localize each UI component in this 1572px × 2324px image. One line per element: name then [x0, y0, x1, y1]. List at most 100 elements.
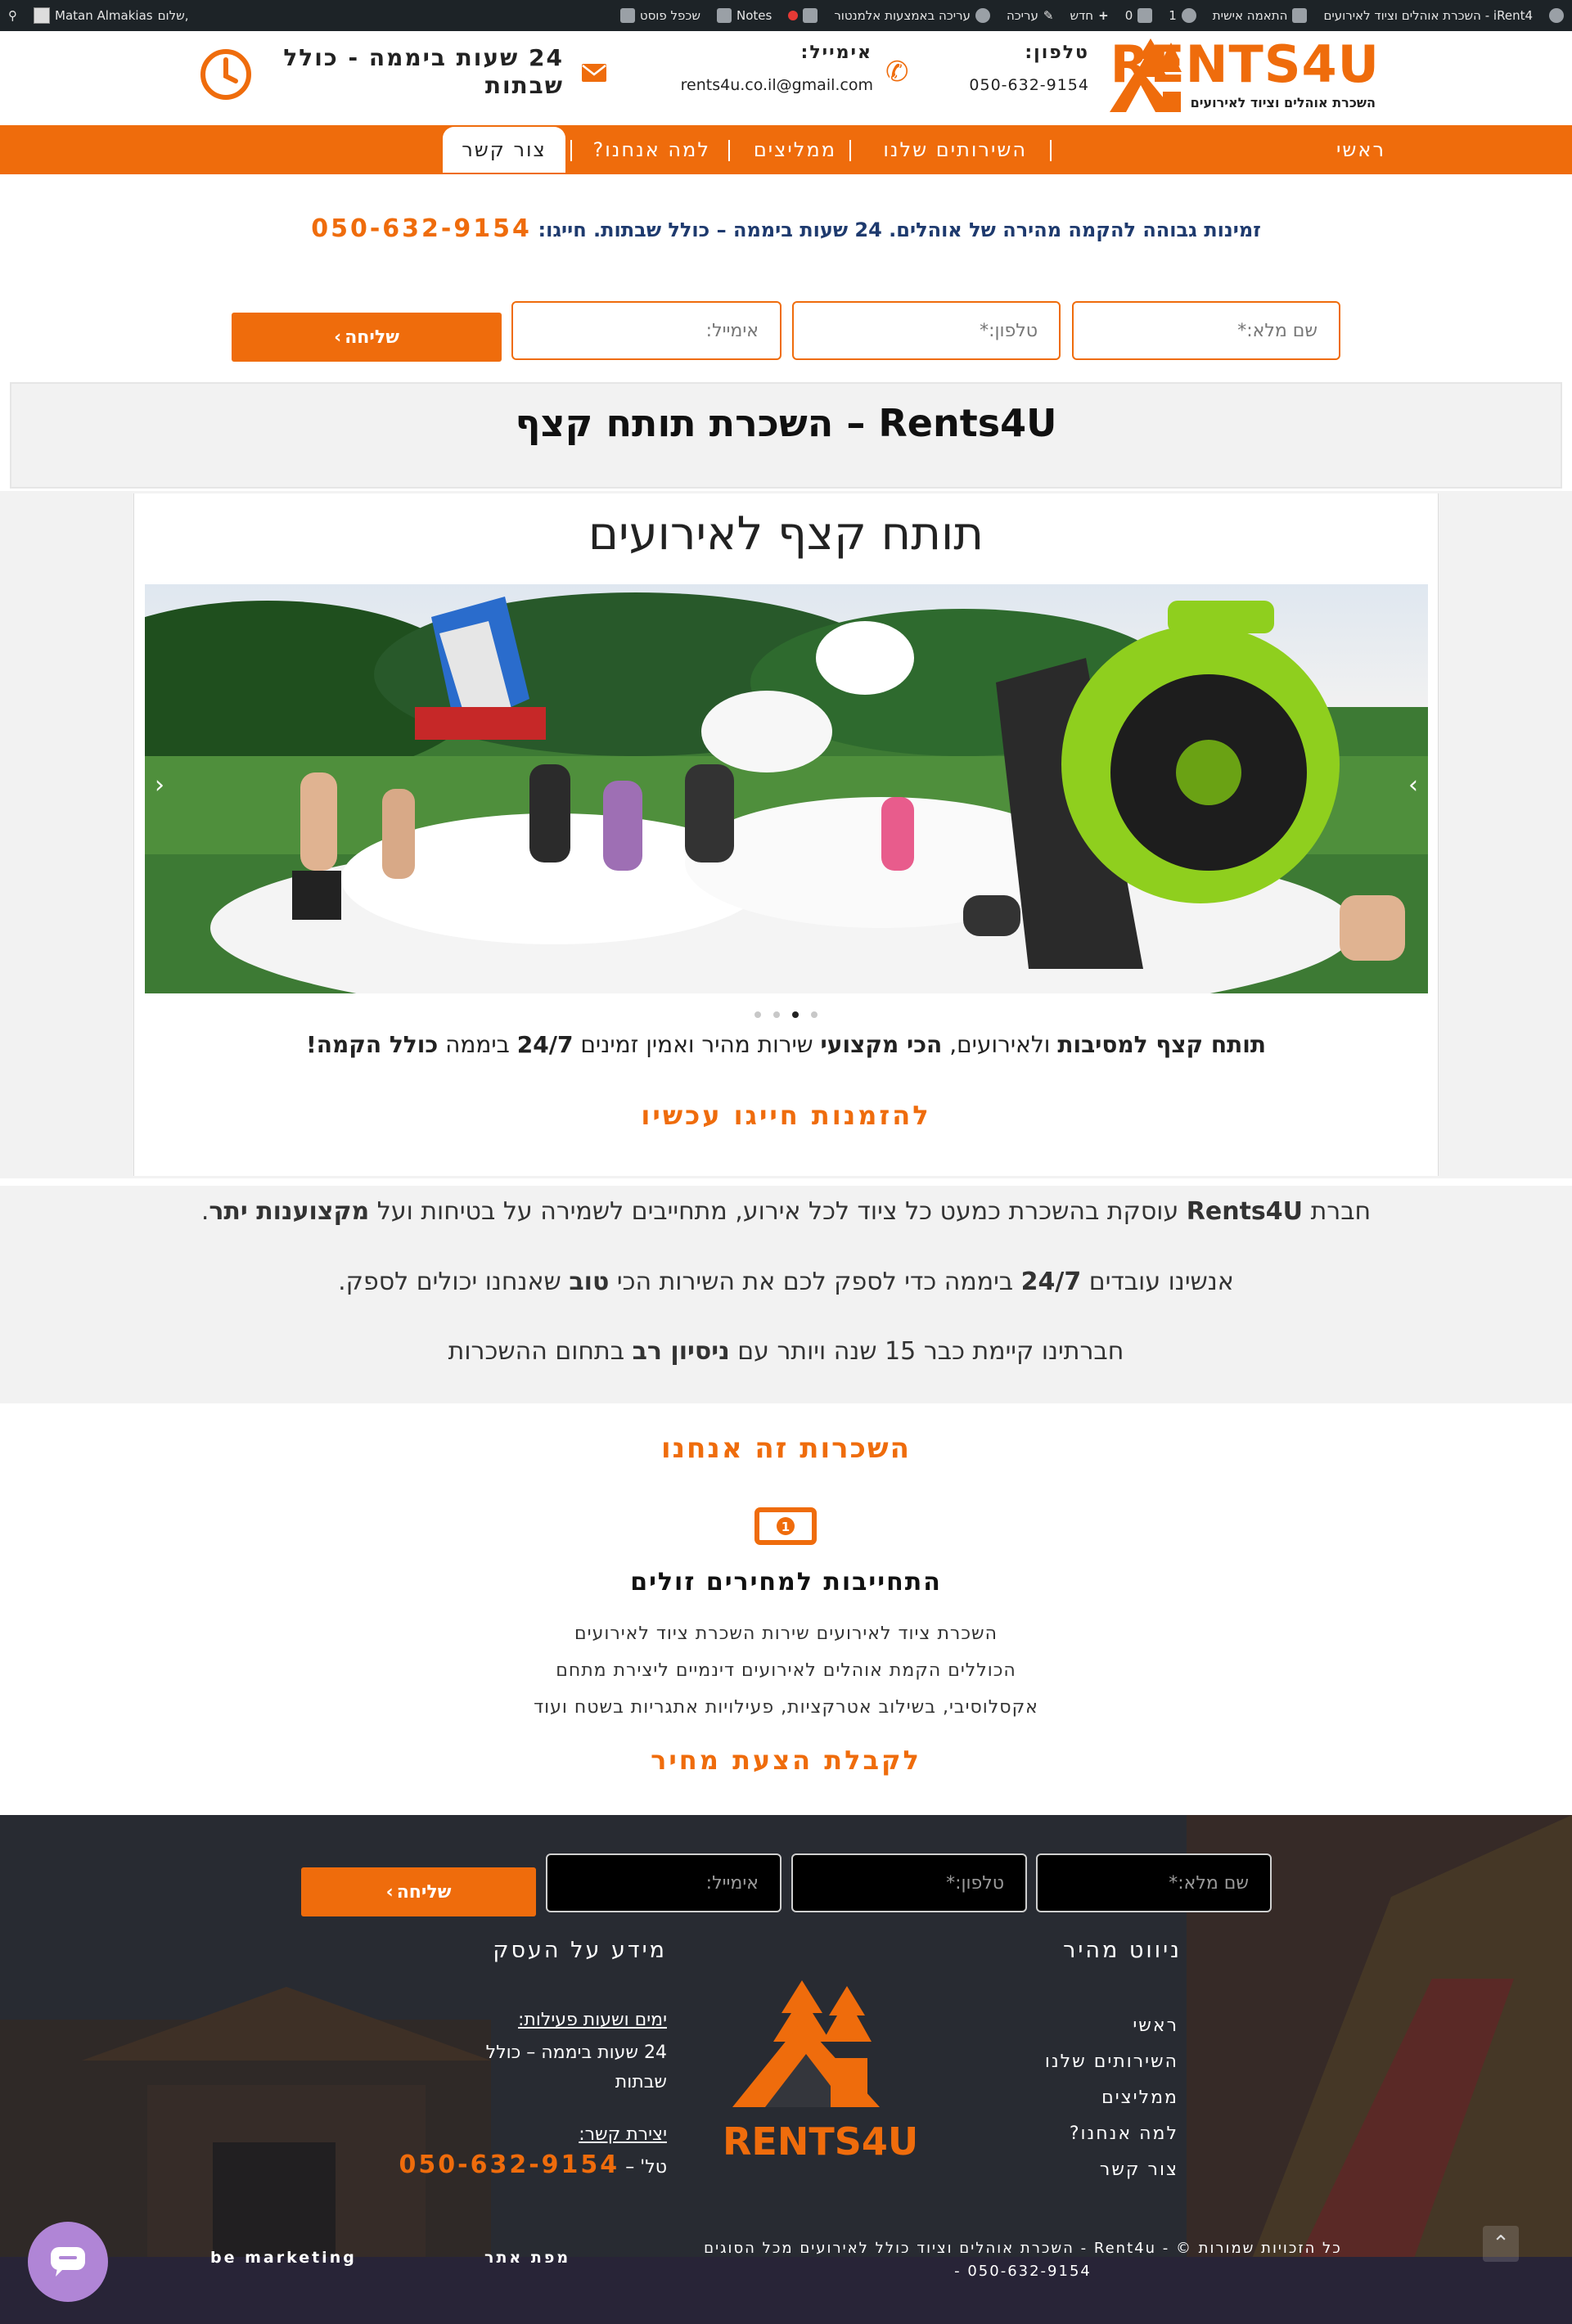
hero-slider[interactable]: ‹ ›	[145, 584, 1428, 993]
quicknav-title: ניווט מהיר	[1063, 1938, 1182, 1963]
submit-label: שליחה	[345, 327, 399, 348]
duplicate-icon	[619, 8, 635, 23]
footer-hours-line-2: שבתות	[615, 2072, 667, 2092]
avatar	[34, 7, 50, 24]
duplicate-post-link[interactable]: שכפל פוסט	[612, 0, 709, 31]
refresh-icon	[1181, 8, 1196, 23]
chevron-left-icon: ›	[334, 327, 342, 348]
footer-submit-button[interactable]: שליחה ›	[301, 1867, 536, 1916]
main-nav: ראשי השירותים שלנו ממליצים למה אנחנו? צו…	[0, 125, 1572, 174]
my-account-link[interactable]: Matan Almakias שלום,	[25, 0, 197, 31]
footer-link-contact[interactable]: צור קשר	[1100, 2160, 1178, 2180]
services-text-line-1: השכרת ציוד לאירועים שירות השכרת ציוד לאי…	[574, 1624, 998, 1644]
footer-submit-label: שליחה	[396, 1881, 452, 1903]
sitemap-link[interactable]: מפת אתר	[484, 2249, 570, 2267]
money-icon: 1	[754, 1507, 817, 1545]
services-text-line-2: הכוללים הקמת אוהלים לאירועים דינמיים ליצ…	[556, 1660, 1016, 1681]
credit-link[interactable]: be marketing	[210, 2249, 357, 2267]
services-text-line-3: אקסלוסיבי, בשילוב אטרקציות, פעילויות אתג…	[534, 1697, 1038, 1718]
slider-dot-active[interactable]	[792, 1011, 799, 1018]
page-title: Rents4U – השכרת תותח קצף	[515, 401, 1057, 445]
site-logo[interactable]: RENTS4U השכרת אוהלים וציוד לאירועים	[1101, 31, 1380, 125]
notes-icon	[716, 8, 732, 23]
services-heading: השכרות זה אנחנו	[660, 1432, 911, 1465]
footer-link-why-us[interactable]: למה אנחנו?	[1070, 2124, 1178, 2144]
pencil-icon: ✎	[1043, 8, 1054, 23]
search-toggle[interactable]: ⚲	[0, 0, 25, 31]
footer-hours-line-1: 24 שעות ביממה – כולל	[485, 2043, 667, 2063]
hours-text: 24 שעות ביממה - כולל שבתות	[269, 44, 564, 100]
phone-field[interactable]: טלפון:*	[792, 301, 1061, 360]
footer-link-services[interactable]: השירותים שלנו	[1045, 2052, 1178, 2072]
elementor-icon	[975, 8, 990, 23]
yoast-icon	[803, 8, 818, 23]
comment-icon	[1137, 8, 1153, 23]
updates-link[interactable]: 1	[1160, 0, 1205, 31]
phone-icon: ✆	[885, 56, 909, 88]
footer-name-field[interactable]: שם מלא:*	[1036, 1853, 1272, 1912]
back-to-top-button[interactable]: ⌃	[1483, 2226, 1519, 2262]
hours-line-2: שבתות	[484, 72, 564, 99]
nav-item-home[interactable]: ראשי	[1336, 125, 1385, 174]
promo-phone[interactable]: 050-632-9154	[311, 214, 532, 243]
slider-next-arrow[interactable]: ›	[1408, 771, 1418, 799]
nav-separator	[849, 140, 851, 161]
nav-item-why-us[interactable]: למה אנחנו?	[593, 125, 710, 174]
footer-hours: 24 שעות ביממה – כולל שבתות	[421, 2038, 667, 2097]
promo-line: זמינות גבוהה להקמה מהירה של אוהלים. 24 ש…	[0, 214, 1572, 243]
about-line-2: אנשינו עובדים 24/7 ביממה כדי לספק לכם את…	[338, 1268, 1234, 1296]
customize-link[interactable]: התאמה אישית	[1205, 0, 1316, 31]
notes-link[interactable]: Notes	[709, 0, 780, 31]
name-field[interactable]: שם מלא:*	[1072, 301, 1340, 360]
new-content-link[interactable]: + חדש	[1061, 0, 1116, 31]
hours-line-1: 24 שעות ביממה - כולל	[283, 44, 564, 71]
about-line-3: חברתינו קיימת כבר 15 שנה ויותר עם ניסיון…	[448, 1337, 1124, 1366]
hero-description: תותח קצף למסיבות ולאירועים, הכי מקצועי ש…	[305, 1031, 1267, 1058]
admin-bar: iRent4 - השכרת אוהלים וציוד לאירועים התא…	[0, 0, 1572, 31]
slider-dot[interactable]	[773, 1011, 780, 1018]
footer-phone[interactable]: 050-632-9154	[399, 2151, 620, 2179]
footer-tel-line: טל' – 050-632-9154	[399, 2151, 667, 2179]
quote-cta-link[interactable]: לקבלת הצעת מחיר	[0, 1745, 1572, 1776]
copyright-line-1: כל הזכויות שמורות © - Rent4u - השכרת אוה…	[704, 2240, 1342, 2257]
seo-status-dot	[788, 11, 799, 20]
site-name-link[interactable]: iRent4 - השכרת אוהלים וציוד לאירועים	[1315, 0, 1541, 31]
hero-cta-link[interactable]: להזמנות חייגו עכשיו	[0, 1100, 1572, 1131]
contact-label: יצירת קשר:	[579, 2124, 667, 2145]
nav-separator	[728, 140, 730, 161]
plus-icon: +	[1098, 8, 1109, 23]
chat-widget-button[interactable]	[28, 2222, 108, 2302]
elementor-edit-link[interactable]: עריכה באמצעות אלמנטור	[826, 0, 998, 31]
chat-icon	[51, 2247, 85, 2277]
brush-icon	[1292, 8, 1308, 23]
logo-tagline: השכרת אוהלים וציוד לאירועים	[1190, 95, 1376, 110]
edit-link[interactable]: ✎ עריכה	[998, 0, 1062, 31]
slider-dot[interactable]	[754, 1011, 761, 1018]
about-line-1: חברת Rents4U עוסקת בהשכרת כמעט כל ציוד ל…	[200, 1197, 1372, 1226]
wp-logo-button[interactable]	[1541, 0, 1572, 31]
phone-value[interactable]: 050-632-9154	[969, 76, 1089, 94]
footer-email-field[interactable]: אימייל:	[546, 1853, 781, 1912]
nav-item-contact[interactable]: צור קשר	[443, 127, 565, 173]
slider-prev-arrow[interactable]: ‹	[155, 771, 164, 799]
comments-link[interactable]: 0	[1117, 0, 1161, 31]
promo-text: זמינות גבוהה להקמה מהירה של אוהלים. 24 ש…	[538, 218, 1261, 241]
email-field[interactable]: אימייל:	[511, 301, 781, 360]
wordpress-icon	[1549, 8, 1564, 23]
footer-phone-field[interactable]: טלפון:*	[791, 1853, 1027, 1912]
email-value[interactable]: rents4u.co.il@gmail.com	[681, 76, 873, 94]
feature-title: התחייבות למחירים זולים	[630, 1568, 942, 1597]
copyright-line-2: 050-632-9154 -	[954, 2263, 1092, 2280]
nav-item-services[interactable]: השירותים שלנו	[883, 125, 1027, 174]
submit-button[interactable]: שליחה ›	[232, 313, 502, 362]
clock-icon	[200, 49, 251, 100]
yoast-link[interactable]	[780, 0, 826, 31]
footer-tent-trees-icon	[732, 1980, 880, 2107]
footer-logo-wordmark: RENTS4U	[723, 2119, 919, 2164]
footer-link-home[interactable]: ראשי	[1133, 2015, 1178, 2036]
envelope-icon	[582, 64, 606, 82]
tel-prefix: טל' –	[625, 2157, 667, 2178]
slider-dot[interactable]	[811, 1011, 818, 1018]
nav-item-testimonials[interactable]: ממליצים	[754, 125, 836, 174]
footer-link-testimonials[interactable]: ממליצים	[1101, 2088, 1178, 2108]
